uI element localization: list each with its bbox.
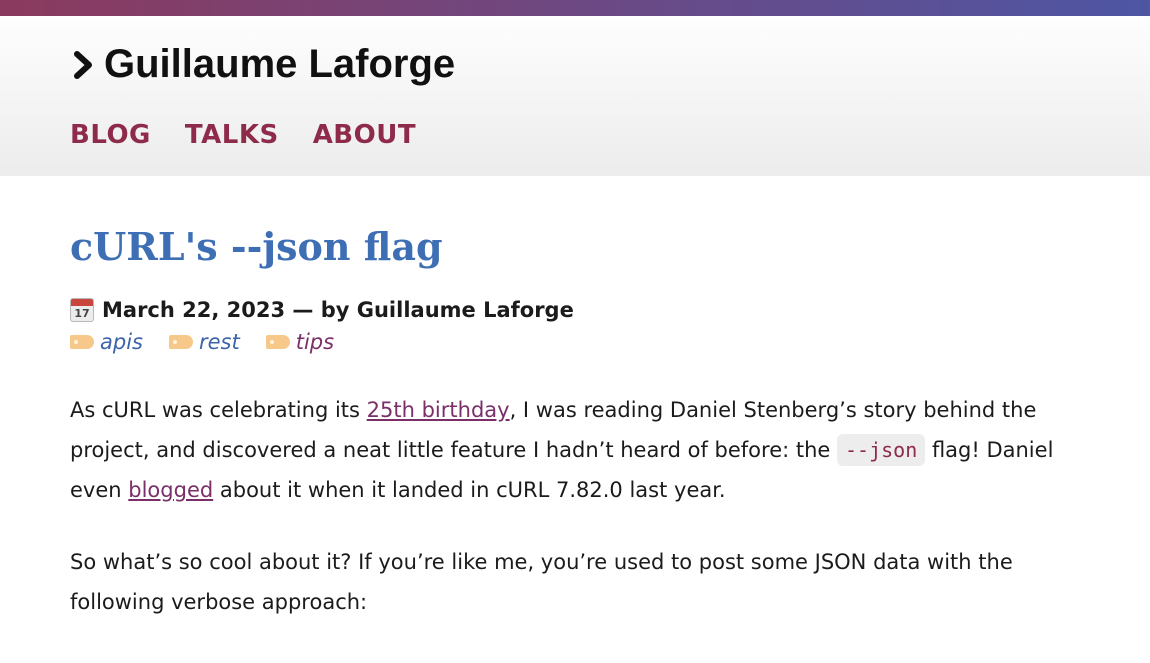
site-title-link[interactable]: Guillaume Laforge [70, 42, 455, 87]
tag-label: apis [100, 330, 143, 354]
main-nav: BLOG TALKS ABOUT [70, 120, 416, 150]
tag-label: rest [198, 330, 240, 354]
site-header: Guillaume Laforge BLOG TALKS ABOUT [0, 16, 1150, 176]
paragraph-text: As cURL was celebrating its [70, 398, 367, 422]
nav-talks[interactable]: TALKS [185, 120, 279, 150]
post-tags: apis rest tips [70, 330, 1090, 354]
calendar-icon: 17 [70, 298, 94, 322]
post-title: cURL's --json flag [70, 224, 443, 269]
tag-icon [70, 335, 94, 349]
link-25th-birthday[interactable]: 25th birthday [367, 398, 510, 422]
post-date-author: March 22, 2023 — by Guillaume Laforge [102, 298, 574, 322]
paragraph-text: about it when it landed in cURL 7.82.0 l… [213, 478, 726, 502]
paragraph-intro: As cURL was celebrating its 25th birthda… [70, 390, 1090, 510]
tag-rest[interactable]: rest [168, 330, 240, 354]
site-title: Guillaume Laforge [104, 42, 456, 86]
link-blogged[interactable]: blogged [128, 478, 213, 502]
tag-tips[interactable]: tips [265, 330, 335, 354]
nav-blog[interactable]: BLOG [70, 120, 151, 150]
post-meta: 17 March 22, 2023 — by Guillaume Laforge [70, 298, 1090, 322]
top-accent-bar [0, 0, 1150, 16]
chevron-right-icon [74, 50, 92, 79]
tag-apis[interactable]: apis [70, 330, 143, 354]
nav-about[interactable]: ABOUT [313, 120, 416, 150]
inline-code-json-flag: --json [837, 434, 926, 466]
tag-label: tips [295, 330, 335, 354]
tag-icon [168, 335, 193, 349]
paragraph-second: So what’s so cool about it? If you’re li… [70, 550, 1013, 614]
post-content: cURL's --json flag 17 March 22, 2023 — b… [70, 176, 1090, 622]
tag-icon [265, 335, 290, 349]
calendar-icon-day: 17 [74, 307, 90, 320]
